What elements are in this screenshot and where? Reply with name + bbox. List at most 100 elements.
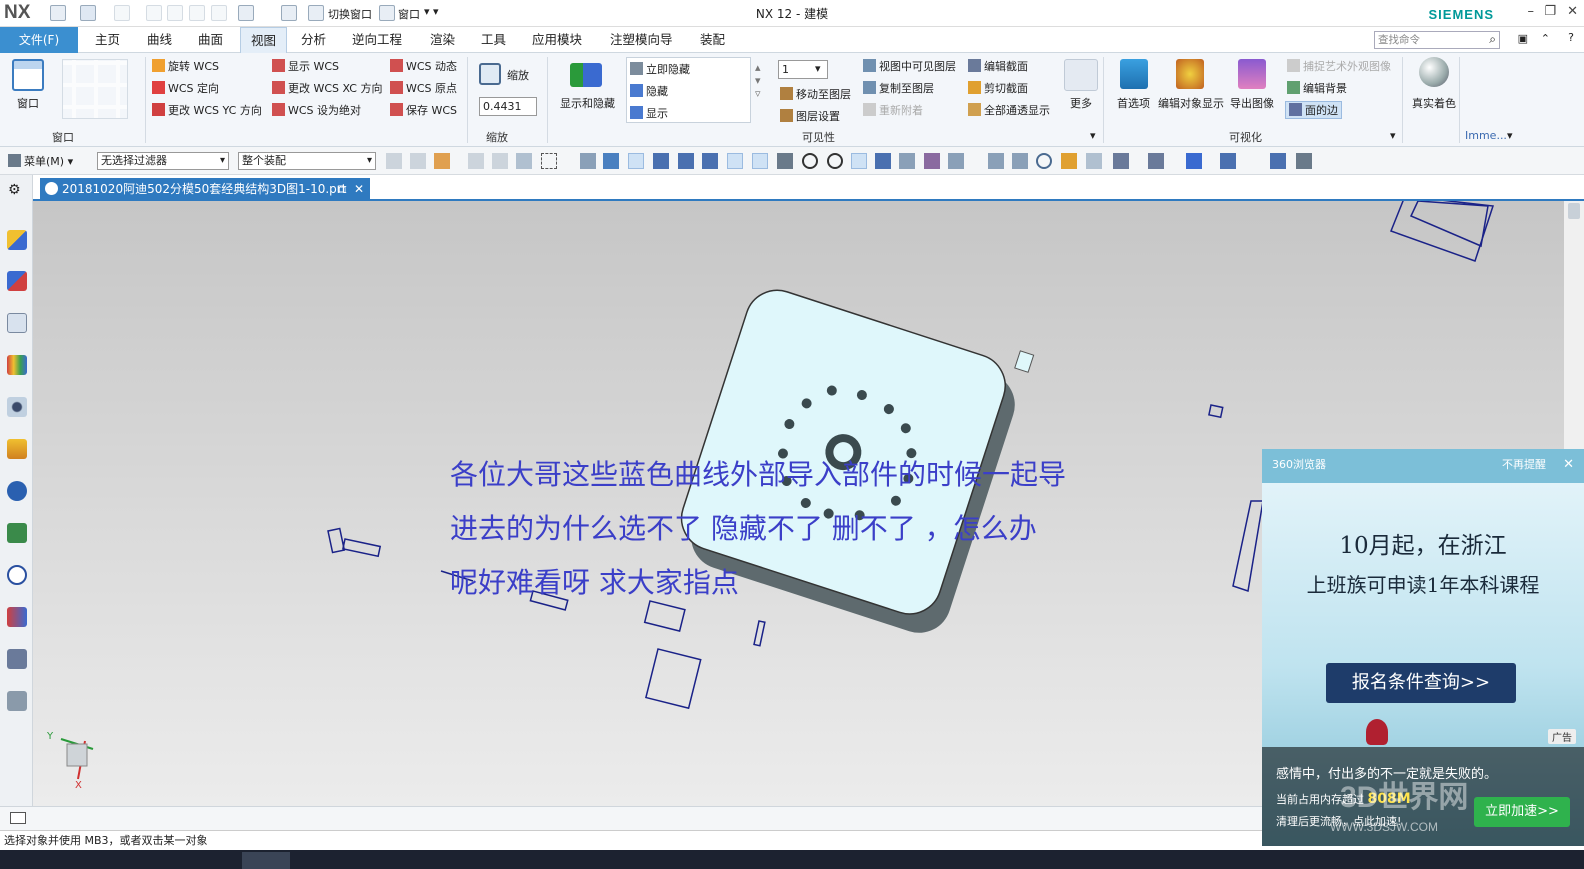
ad-dismiss-link[interactable]: 不再提醒 — [1502, 449, 1546, 481]
change-wcs-xc-button[interactable]: 更改 WCS XC 方向 — [272, 80, 382, 96]
assembly-select-icon[interactable] — [386, 153, 402, 169]
reuse-library-icon[interactable] — [7, 355, 27, 375]
copy-to-layer-button[interactable]: 复制至图层 — [863, 80, 934, 96]
help-icon[interactable]: ? — [1568, 31, 1574, 44]
wcs-origin-button[interactable]: WCS 原点 — [390, 80, 457, 96]
bounded-grid-icon[interactable] — [924, 153, 940, 169]
tab-curve[interactable]: 曲线 — [147, 27, 172, 53]
zoom-icon[interactable] — [479, 63, 501, 85]
collapse-ribbon-icon[interactable]: ⌃ — [1541, 32, 1550, 45]
document-tab[interactable]: 20181020阿迪502分模50套经典结构3D图1-10.prt ⧉ ✕ — [40, 178, 370, 200]
visible-layers-button[interactable]: 视图中可见图层 — [863, 58, 956, 74]
clip-section-toggle-icon[interactable] — [1270, 153, 1286, 169]
taskbar-app[interactable] — [242, 852, 290, 869]
mid-point-icon[interactable] — [678, 153, 694, 169]
orient-view-icon[interactable] — [1113, 153, 1129, 169]
zoom-window-icon[interactable] — [1012, 153, 1028, 169]
cue-line-icon[interactable] — [10, 812, 26, 824]
tab-reverse-engineering[interactable]: 逆向工程 — [352, 27, 402, 53]
edit-object-display-icon[interactable] — [1176, 59, 1204, 89]
assembly-navigator-icon[interactable] — [7, 230, 27, 250]
show-hide-icon[interactable] — [570, 63, 602, 87]
solid-select-icon[interactable] — [603, 153, 619, 169]
quadrant-point-icon[interactable] — [827, 153, 843, 169]
ad-speedup-button[interactable]: 立即加速>> — [1474, 797, 1570, 827]
translucency-button[interactable]: 全部通透显示 — [968, 102, 1050, 118]
tab-assembly[interactable]: 装配 — [700, 27, 725, 53]
file-menu[interactable]: 文件(F) — [0, 27, 78, 53]
show-and-hide-icon[interactable] — [1220, 153, 1236, 169]
work-plane-icon[interactable] — [1296, 153, 1312, 169]
scroll-thumb[interactable] — [1568, 203, 1580, 219]
wcs-dynamic-button[interactable]: WCS 动态 — [390, 58, 457, 74]
point-on-curve-icon[interactable] — [875, 153, 891, 169]
existing-point-icon[interactable] — [851, 153, 867, 169]
tab-applications[interactable]: 应用模块 — [532, 27, 582, 53]
true-shading-button[interactable]: 真实着色 — [1412, 95, 1456, 111]
rotate-wcs-button[interactable]: 旋转 WCS — [152, 58, 219, 74]
edit-background-button[interactable]: 编辑背景 — [1287, 80, 1347, 96]
tab-tools[interactable]: 工具 — [481, 27, 506, 53]
show-button[interactable]: 显示 — [630, 105, 668, 121]
reattach-button[interactable]: 重新附着 — [863, 102, 923, 118]
face-edges-toggle[interactable]: 面的边 — [1285, 101, 1342, 119]
view-layout-grid[interactable] — [62, 59, 128, 119]
window-layout-icon[interactable] — [12, 59, 44, 91]
selection-scope-select[interactable]: 整个装配 — [238, 152, 376, 170]
move-to-layer-button[interactable]: 移动至图层 — [780, 86, 851, 102]
view-manager-icon[interactable] — [7, 397, 27, 417]
ad-close-icon[interactable]: ✕ — [1563, 449, 1574, 481]
select-all-icon[interactable] — [516, 153, 532, 169]
zoom-scale-input[interactable]: 0.4431 — [479, 97, 537, 116]
face-select-icon[interactable] — [580, 153, 596, 169]
export-image-icon[interactable] — [1238, 59, 1266, 89]
chevron-down-icon[interactable]: ▾ — [1390, 129, 1396, 142]
save-wcs-button[interactable]: 保存 WCS — [390, 102, 457, 118]
edge-display-icon[interactable] — [1186, 153, 1202, 169]
ad-query-button[interactable]: 报名条件查询>> — [1326, 663, 1516, 703]
constraint-navigator-icon[interactable] — [7, 271, 27, 291]
layer-settings-button[interactable]: 图层设置 — [780, 108, 840, 124]
tangent-icon[interactable] — [752, 153, 768, 169]
wcs-orient-button[interactable]: WCS 定向 — [152, 80, 219, 96]
tab-surface[interactable]: 曲面 — [198, 27, 223, 53]
fit-view-icon[interactable] — [988, 153, 1004, 169]
arc-center-icon[interactable] — [802, 153, 818, 169]
clock-icon[interactable] — [7, 565, 27, 585]
change-wcs-yc-button[interactable]: 更改 WCS YC 方向 — [152, 102, 262, 118]
preferences-button[interactable]: 首选项 — [1117, 95, 1150, 111]
close-icon[interactable]: ✕ — [1567, 4, 1578, 19]
capture-studio-button[interactable]: 捕捉艺术外观图像 — [1287, 58, 1391, 74]
display-mode-icon[interactable] — [1148, 153, 1164, 169]
restore-icon[interactable]: ❐ — [1544, 4, 1556, 19]
show-hide-button[interactable]: 显示和隐藏 — [560, 95, 615, 111]
preferences-icon[interactable] — [1120, 59, 1148, 89]
perpendicular-icon[interactable] — [777, 153, 793, 169]
close-tab-icon[interactable]: ✕ — [354, 178, 364, 200]
gear-icon[interactable]: ⚙ — [8, 182, 21, 198]
type-filter-select[interactable]: 无选择过滤器 — [97, 152, 229, 170]
rotate-view-icon[interactable] — [1036, 153, 1052, 169]
immediate-hide-button[interactable]: 立即隐藏 — [630, 61, 690, 77]
more-button[interactable]: 更多 — [1070, 95, 1092, 111]
ribbon-display-icon[interactable]: ▣ — [1518, 32, 1528, 45]
tab-render[interactable]: 渲染 — [430, 27, 455, 53]
detach-tab-icon[interactable]: ⧉ — [337, 178, 346, 200]
web-browser-icon[interactable] — [7, 439, 27, 459]
pan-icon[interactable] — [1061, 153, 1077, 169]
true-shading-icon[interactable] — [1419, 57, 1449, 87]
point-on-face-icon[interactable] — [899, 153, 915, 169]
tab-view[interactable]: 视图 — [240, 27, 288, 53]
rectangle-select-icon[interactable] — [541, 153, 557, 169]
tab-analysis[interactable]: 分析 — [301, 27, 326, 53]
menu-button[interactable]: 菜单(M) ▾ — [8, 153, 73, 169]
immersive-group-title[interactable]: Imme... — [1465, 129, 1507, 142]
export-image-button[interactable]: 导出图像 — [1230, 95, 1274, 111]
general-selection-icon[interactable] — [434, 153, 450, 169]
select-body-icon[interactable] — [492, 153, 508, 169]
hide-button[interactable]: 隐藏 — [630, 83, 668, 99]
intersection-icon[interactable] — [727, 153, 743, 169]
snap-point-icon[interactable] — [628, 153, 644, 169]
wcs-absolute-button[interactable]: WCS 设为绝对 — [272, 102, 361, 118]
edit-section-button[interactable]: 编辑截面 — [968, 58, 1028, 74]
